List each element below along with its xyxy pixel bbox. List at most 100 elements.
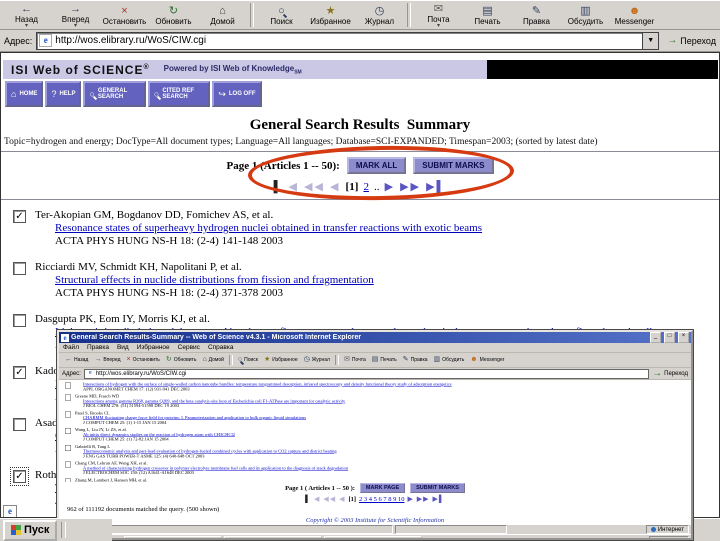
edit-button[interactable]: ✎ Правка bbox=[512, 1, 561, 29]
mail-button[interactable]: ✉ Почта bbox=[341, 356, 369, 365]
refresh-button[interactable]: ↻ Обновить bbox=[149, 1, 198, 29]
article-item: Ricciardi MV, Schmidt KH, Napolitani P, … bbox=[13, 261, 715, 300]
menu-item[interactable]: Сервис bbox=[178, 344, 200, 351]
article-checkbox[interactable] bbox=[65, 428, 71, 434]
system-tray bbox=[649, 535, 689, 538]
article-checkbox[interactable] bbox=[13, 262, 26, 275]
task-button-powerpoint[interactable]: Microsoft PowerPoint... bbox=[224, 535, 322, 538]
home-nav-button[interactable]: ⌂ HOME bbox=[5, 81, 44, 107]
article-checkbox[interactable] bbox=[65, 444, 71, 451]
cited-ref-search-button[interactable]: ○ CITED REF SEARCH bbox=[147, 81, 211, 107]
print-button[interactable]: ▤ Печать bbox=[369, 356, 400, 365]
favorites-button[interactable]: ★ Избранное bbox=[306, 1, 355, 29]
minimize-button[interactable]: _ bbox=[650, 332, 661, 343]
submit-marks-button[interactable]: SUBMIT MARKS bbox=[410, 483, 465, 493]
history-button[interactable]: ◷ Журнал bbox=[355, 1, 404, 29]
address-dropdown-button[interactable]: ▼ bbox=[642, 31, 660, 50]
stop-button[interactable]: × Остановить bbox=[124, 356, 163, 365]
address-input[interactable]: e http://wos.elibrary.ru/WoS/CIW.cgi bbox=[36, 31, 643, 50]
fast-back-icon[interactable]: ◀◀ bbox=[323, 496, 336, 503]
print-button[interactable]: ▤ Печать bbox=[463, 1, 512, 29]
article-checkbox[interactable] bbox=[65, 478, 71, 482]
fast-back-icon[interactable]: ◀◀ bbox=[304, 181, 325, 193]
menu-item[interactable]: Избранное bbox=[137, 344, 170, 351]
help-button[interactable]: ? HELP bbox=[45, 81, 82, 107]
messenger-button[interactable]: ☻ Messenger bbox=[610, 1, 659, 29]
back-page-icon[interactable]: ◀ bbox=[330, 181, 340, 193]
page-links[interactable]: 2 3 4 5 6 7 8 9 10 bbox=[359, 496, 405, 503]
edit-button[interactable]: ✎ Правка bbox=[400, 356, 431, 365]
popup-title-bar[interactable]: e General Search Results-Summary -- Web … bbox=[59, 332, 691, 343]
maximize-button[interactable]: □ bbox=[664, 332, 675, 343]
toolbar-button-label: Избранное bbox=[310, 16, 351, 26]
menu-item[interactable]: Файл bbox=[63, 344, 79, 351]
edit-icon: ✎ bbox=[532, 5, 541, 17]
menu-item[interactable]: Справка bbox=[208, 344, 234, 351]
back-page-icon[interactable]: ◀ bbox=[339, 496, 345, 503]
article-checkbox[interactable] bbox=[65, 461, 71, 468]
article-checkbox[interactable] bbox=[65, 382, 71, 389]
page-2-link[interactable]: 2 bbox=[363, 181, 369, 193]
fast-forward-icon[interactable]: ▶▶ bbox=[417, 496, 430, 503]
log-off-button[interactable]: ↪ LOG OFF bbox=[212, 81, 262, 107]
mark-all-button[interactable]: MARK ALL bbox=[346, 157, 407, 174]
history-button[interactable]: ◷ Журнал bbox=[301, 356, 333, 365]
article-title-link[interactable]: Structural effects in nuclide distributi… bbox=[35, 274, 374, 287]
search-icon: ○ bbox=[238, 356, 242, 364]
article-checkbox[interactable] bbox=[10, 467, 29, 486]
discuss-button[interactable]: ▥ Обсудить bbox=[561, 1, 610, 29]
stop-button[interactable]: × Остановить bbox=[100, 1, 149, 29]
stop-icon: × bbox=[127, 356, 131, 364]
article-checkbox[interactable] bbox=[65, 411, 71, 418]
article-checkbox[interactable] bbox=[13, 210, 26, 223]
taskbar-start-area: Пуск bbox=[0, 518, 112, 541]
copyright-line: Copyright © 2003 Institute for Scientifi… bbox=[305, 517, 445, 524]
discuss-button[interactable]: ▥ Обсудить bbox=[431, 356, 468, 365]
home-button[interactable]: ⌂ Домой bbox=[198, 1, 247, 29]
prev-page-icon[interactable]: ◀ bbox=[314, 496, 320, 503]
start-button[interactable]: Пуск bbox=[3, 519, 58, 541]
article-item: Wang L, Liu JY, Li ZS, et al. Ab initio … bbox=[65, 427, 689, 442]
menu-item[interactable]: Правка bbox=[87, 344, 109, 351]
forward-button[interactable]: → Вперед bbox=[91, 356, 123, 365]
prev-page-icon[interactable]: ◀ bbox=[289, 181, 299, 193]
article-source: ACTA PHYS HUNG NS-H 18: (2-4) 141-148 20… bbox=[55, 235, 283, 247]
article-checkbox[interactable] bbox=[65, 394, 71, 401]
task-button-browser[interactable]: wos.elibrary.ru - We... bbox=[124, 535, 222, 538]
last-page-icon[interactable]: ▶▌ bbox=[433, 496, 445, 503]
last-page-icon[interactable]: ▶▌ bbox=[426, 181, 446, 193]
favorites-button[interactable]: ★ Избранное bbox=[261, 356, 301, 365]
close-button[interactable]: × bbox=[678, 332, 689, 343]
toolbar-button-label: Обсудить bbox=[442, 356, 465, 363]
search-button[interactable]: ○ Поиск bbox=[235, 356, 261, 365]
home-button[interactable]: ⌂ Домой bbox=[199, 356, 226, 365]
submit-marks-button[interactable]: SUBMIT MARKS bbox=[413, 157, 494, 174]
article-checkbox[interactable] bbox=[13, 418, 26, 431]
go-button[interactable]: → Переход bbox=[667, 35, 716, 46]
search-icon: ○ bbox=[154, 89, 159, 99]
general-search-button[interactable]: ○ GENERAL SEARCH bbox=[83, 81, 146, 107]
mail-button[interactable]: ✉ Почта ▾ bbox=[414, 1, 463, 29]
refresh-button[interactable]: ↻ Обновить bbox=[163, 356, 200, 365]
task-button-word[interactable]: Document1 - Microsof... bbox=[324, 535, 422, 538]
quick-launch-outlook-icon[interactable]: ✉ bbox=[114, 538, 122, 539]
go-button[interactable]: → Переход bbox=[652, 368, 688, 379]
mark-page-button[interactable]: MARK PAGE bbox=[359, 483, 406, 493]
search-icon: ○ bbox=[278, 5, 285, 17]
icon-glyph: ★ bbox=[264, 356, 271, 363]
back-button[interactable]: ← Назад ▾ bbox=[2, 1, 51, 29]
next-page-icon[interactable]: ▶ bbox=[385, 181, 395, 193]
discuss-icon: ▥ bbox=[434, 356, 441, 364]
article-source: APPL ORGANOMET CHEM 17: (12) 931-941 DEC… bbox=[83, 386, 190, 392]
address-input[interactable]: e http://wos.elibrary.ru/WoS/CIW.cgi bbox=[83, 368, 650, 379]
forward-button[interactable]: → Вперед ▾ bbox=[51, 1, 100, 29]
article-checkbox[interactable] bbox=[13, 314, 26, 327]
menu-item[interactable]: Вид bbox=[117, 344, 129, 351]
next-page-icon[interactable]: ▶ bbox=[407, 496, 413, 503]
fast-forward-icon[interactable]: ▶▶ bbox=[400, 181, 421, 193]
back-button[interactable]: ← Назад bbox=[62, 356, 91, 365]
article-checkbox[interactable] bbox=[13, 366, 26, 379]
messenger-button[interactable]: ☻ Messenger bbox=[467, 356, 507, 365]
search-button[interactable]: ○ Поиск bbox=[257, 1, 306, 29]
article-title-link[interactable]: Resonance states of superheavy hydrogen … bbox=[35, 222, 482, 235]
